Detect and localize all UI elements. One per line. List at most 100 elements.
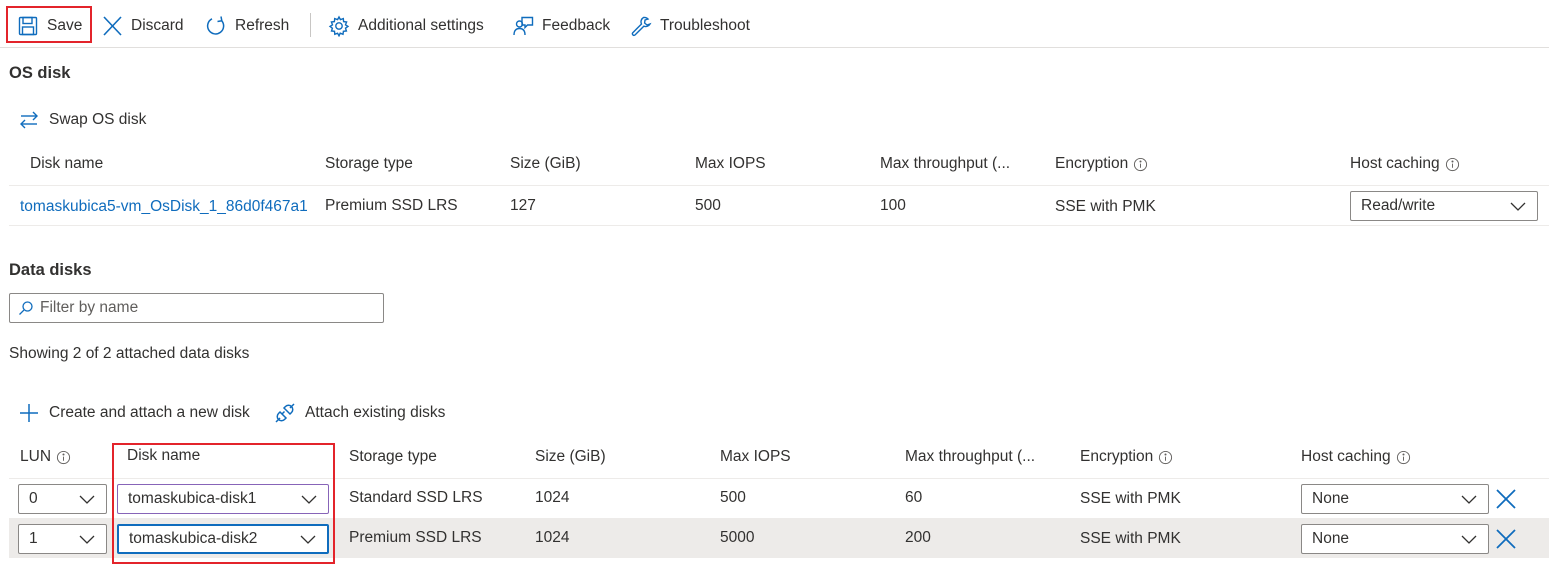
os-disk-name-link[interactable]: tomaskubica5-vm_OsDisk_1_86d0f467a1 (20, 198, 310, 216)
os-encryption: SSE with PMK (1055, 198, 1156, 215)
os-col-max-iops: Max IOPS (695, 155, 766, 172)
disk-name-select[interactable]: tomaskubica-disk2 (117, 524, 329, 554)
delete-disk-button[interactable] (1493, 526, 1519, 552)
chevron-down-icon (1460, 490, 1478, 508)
os-host-caching-select[interactable]: Read/write (1350, 191, 1538, 221)
showing-count-text: Showing 2 of 2 attached data disks (9, 345, 250, 362)
encryption: SSE with PMK (1080, 530, 1181, 547)
disk-name-select[interactable]: tomaskubica-disk1 (117, 484, 329, 514)
os-size: 127 (510, 197, 536, 214)
os-storage-type: Premium SSD LRS (325, 197, 458, 214)
create-attach-disk-label: Create and attach a new disk (49, 404, 250, 421)
info-icon[interactable] (1158, 450, 1173, 465)
delete-disk-button[interactable] (1493, 486, 1519, 512)
swap-os-disk-button[interactable]: Swap OS disk (18, 109, 146, 131)
dd-col-storage-type: Storage type (349, 448, 437, 465)
host-caching-value: None (1312, 490, 1350, 507)
filter-input[interactable] (40, 299, 370, 317)
dd-col-lun-label: LUN (20, 448, 52, 465)
dd-col-encryption-label: Encryption (1080, 448, 1154, 465)
max-throughput: 60 (905, 489, 923, 506)
os-col-host-caching-label: Host caching (1350, 155, 1440, 172)
create-attach-disk-button[interactable]: Create and attach a new disk (18, 402, 250, 424)
dd-col-max-iops: Max IOPS (720, 448, 791, 465)
dd-header-divider (9, 478, 1549, 479)
encryption: SSE with PMK (1080, 490, 1181, 507)
dd-col-size: Size (GiB) (535, 448, 606, 465)
discard-label: Discard (131, 17, 184, 34)
discard-icon (101, 15, 123, 37)
os-host-caching-value: Read/write (1361, 197, 1436, 214)
os-col-size: Size (GiB) (510, 155, 581, 172)
data-disks-title: Data disks (9, 261, 92, 279)
search-icon (18, 300, 34, 316)
os-col-encryption: Encryption (1055, 155, 1148, 173)
os-disk-title: OS disk (9, 64, 71, 82)
os-col-disk-name: Disk name (30, 155, 104, 172)
refresh-button[interactable]: Refresh (205, 9, 289, 43)
chevron-down-icon (299, 530, 317, 548)
os-header-divider (9, 185, 1549, 186)
dd-col-host-caching-label: Host caching (1301, 448, 1391, 465)
dd-col-disk-name: Disk name (127, 447, 201, 464)
refresh-icon (205, 15, 227, 37)
chevron-down-icon (1509, 197, 1527, 215)
attach-existing-disks-button[interactable]: Attach existing disks (274, 402, 445, 424)
max-iops: 500 (720, 489, 746, 506)
additional-settings-label: Additional settings (358, 17, 484, 34)
os-col-storage-type: Storage type (325, 155, 413, 172)
os-col-host-caching: Host caching (1350, 155, 1460, 173)
storage-type: Standard SSD LRS (349, 489, 483, 506)
storage-type: Premium SSD LRS (349, 529, 482, 546)
dd-col-encryption: Encryption (1080, 448, 1173, 466)
toolbar-divider (310, 13, 311, 37)
swap-icon (18, 109, 40, 131)
info-icon[interactable] (1445, 157, 1460, 172)
chevron-down-icon (1460, 530, 1478, 548)
lun-select[interactable]: 0 (18, 484, 107, 514)
disk-name-value: tomaskubica-disk1 (128, 490, 257, 507)
max-iops: 5000 (720, 529, 755, 546)
chevron-down-icon (78, 530, 96, 548)
plus-icon (18, 402, 40, 424)
command-bar: Save Discard Refresh Additional settings… (0, 0, 1549, 48)
max-throughput: 200 (905, 529, 931, 546)
info-icon[interactable] (1133, 157, 1148, 172)
chevron-down-icon (78, 490, 96, 508)
feedback-icon (512, 15, 534, 37)
size: 1024 (535, 529, 570, 546)
lun-value: 1 (29, 530, 38, 547)
attach-icon (274, 402, 296, 424)
size: 1024 (535, 489, 570, 506)
refresh-label: Refresh (235, 17, 290, 34)
feedback-button[interactable]: Feedback (512, 9, 610, 43)
lun-value: 0 (29, 490, 38, 507)
host-caching-select[interactable]: None (1301, 484, 1489, 514)
host-caching-value: None (1312, 530, 1350, 547)
delete-icon (1495, 528, 1517, 550)
save-button[interactable]: Save (17, 9, 82, 43)
save-icon (17, 15, 39, 37)
lun-select[interactable]: 1 (18, 524, 107, 554)
host-caching-select[interactable]: None (1301, 524, 1489, 554)
gear-icon (328, 15, 350, 37)
filter-by-name-field[interactable] (9, 293, 384, 323)
os-max-throughput: 100 (880, 197, 906, 214)
attach-existing-disks-label: Attach existing disks (305, 404, 446, 421)
dd-col-host-caching: Host caching (1301, 448, 1411, 466)
delete-icon (1495, 488, 1517, 510)
troubleshoot-button[interactable]: Troubleshoot (630, 9, 750, 43)
swap-os-disk-label: Swap OS disk (49, 111, 147, 128)
dd-col-max-throughput[interactable]: Max throughput (... (905, 448, 1035, 466)
discard-button[interactable]: Discard (101, 9, 184, 43)
troubleshoot-label: Troubleshoot (660, 17, 750, 34)
feedback-label: Feedback (542, 17, 611, 34)
additional-settings-button[interactable]: Additional settings (328, 9, 484, 43)
chevron-down-icon (300, 490, 318, 508)
wrench-icon (630, 15, 652, 37)
os-col-max-throughput[interactable]: Max throughput (... (880, 155, 1010, 173)
save-label: Save (47, 17, 83, 34)
info-icon[interactable] (56, 450, 71, 465)
os-max-iops: 500 (695, 197, 721, 214)
info-icon[interactable] (1396, 450, 1411, 465)
